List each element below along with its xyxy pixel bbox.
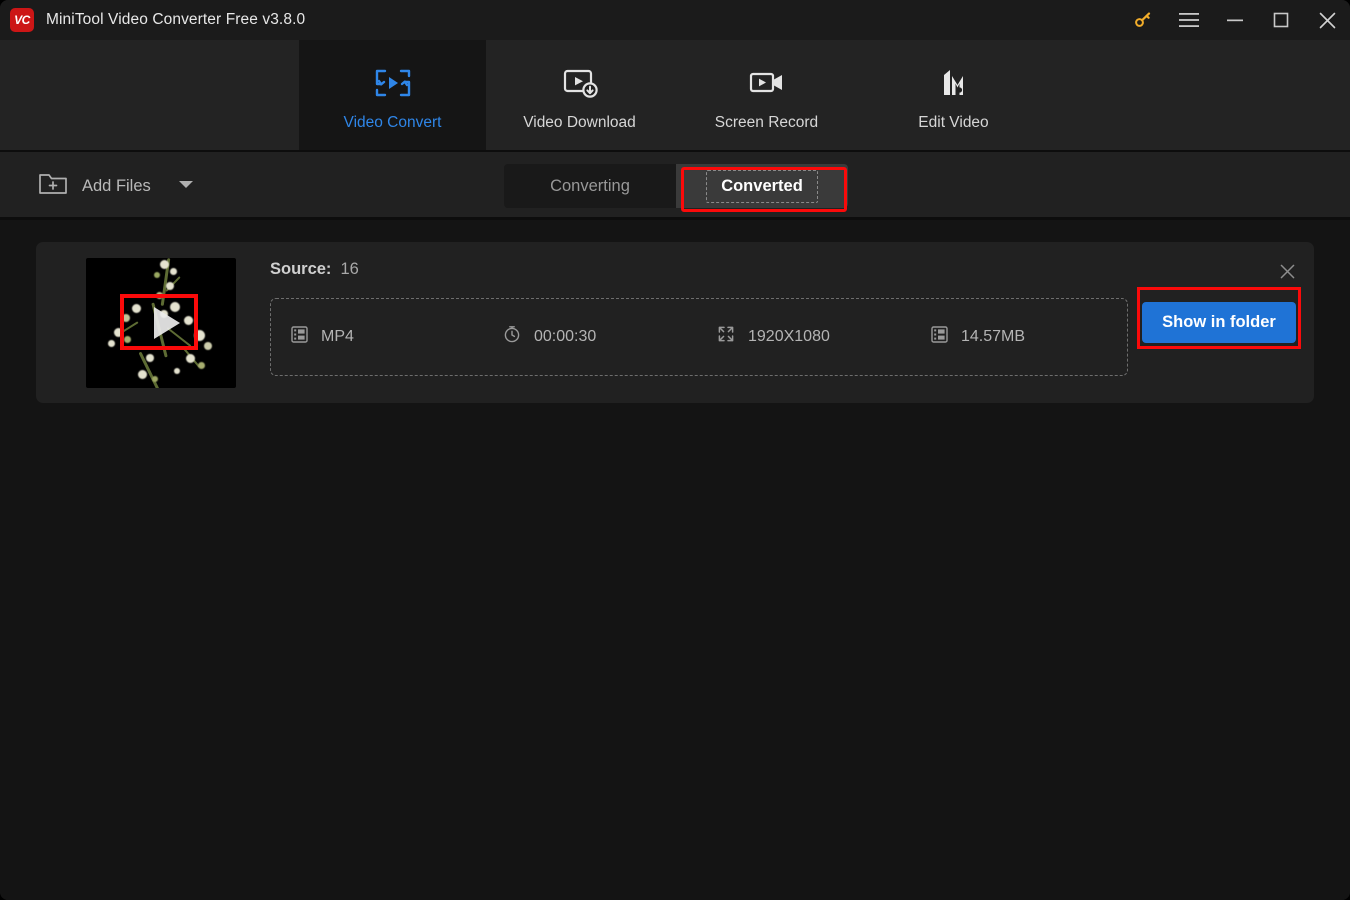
caret-down-icon[interactable]	[177, 177, 195, 195]
converting-converted-tabs: Converting Converted	[504, 164, 848, 208]
hamburger-menu-icon[interactable]	[1166, 0, 1212, 40]
clock-icon	[503, 325, 521, 348]
tab-converted[interactable]: Converted	[676, 164, 848, 208]
nav-tab-screen-record[interactable]: Screen Record	[673, 40, 860, 152]
play-icon[interactable]	[154, 306, 180, 339]
meta-filesize: 14.57MB	[913, 325, 1127, 348]
video-thumbnail[interactable]	[86, 257, 236, 388]
nav-tab-edit-video[interactable]: Edit Video	[860, 40, 1047, 152]
show-in-folder-button[interactable]: Show in folder	[1142, 302, 1296, 343]
tab-converting[interactable]: Converting	[504, 164, 676, 208]
meta-filesize-value: 14.57MB	[961, 327, 1026, 345]
source-label: Source:	[270, 259, 332, 278]
add-files-button[interactable]: Add Files	[38, 171, 195, 202]
video-convert-icon	[373, 64, 413, 102]
folder-plus-icon	[38, 171, 68, 202]
tab-converted-label: Converted	[706, 169, 818, 203]
filesize-icon	[931, 325, 948, 348]
nav-tab-label: Edit Video	[918, 114, 989, 131]
file-card-body: Source: 16 MP4 00:00:30 1920X1080 14.57M…	[270, 258, 1128, 388]
app-window: VC MiniTool Video Converter Free v3.8.0	[0, 0, 1350, 900]
screen-record-icon	[747, 64, 787, 102]
nav-tab-label: Screen Record	[714, 114, 819, 131]
meta-duration-value: 00:00:30	[534, 327, 597, 345]
content-area: Source: 16 MP4 00:00:30 1920X1080 14.57M…	[0, 220, 1350, 900]
file-metadata-panel: MP4 00:00:30 1920X1080 14.57MB	[270, 297, 1128, 376]
remove-file-close-icon[interactable]	[1274, 258, 1300, 284]
main-nav: Video Convert Video Download Screen Reco…	[0, 40, 1350, 152]
window-title: MiniTool Video Converter Free v3.8.0	[46, 11, 306, 28]
tab-converting-label: Converting	[550, 176, 630, 195]
meta-duration: 00:00:30	[485, 325, 699, 348]
meta-resolution: 1920X1080	[699, 325, 913, 348]
meta-resolution-value: 1920X1080	[748, 327, 830, 345]
maximize-icon[interactable]	[1258, 0, 1304, 40]
source-row: Source: 16	[270, 260, 1128, 290]
nav-tab-label: Video Download	[523, 114, 636, 131]
toolbar: Add Files Converting Converted	[0, 152, 1350, 220]
meta-format: MP4	[271, 325, 485, 348]
close-icon[interactable]	[1304, 0, 1350, 40]
title-bar-actions	[1120, 0, 1350, 40]
minimize-icon[interactable]	[1212, 0, 1258, 40]
key-icon[interactable]	[1120, 0, 1166, 40]
nav-tab-video-convert[interactable]: Video Convert	[299, 40, 486, 152]
nav-tab-label: Video Convert	[343, 114, 442, 131]
app-logo-icon: VC	[10, 8, 34, 32]
title-bar: VC MiniTool Video Converter Free v3.8.0	[0, 0, 1350, 40]
video-download-icon	[560, 64, 600, 102]
converted-file-card: Source: 16 MP4 00:00:30 1920X1080 14.57M…	[36, 242, 1314, 403]
meta-format-value: MP4	[321, 327, 354, 345]
edit-video-icon	[934, 64, 974, 102]
resolution-icon	[717, 325, 735, 348]
add-files-label: Add Files	[82, 176, 151, 195]
format-icon	[291, 325, 308, 348]
nav-tab-video-download[interactable]: Video Download	[486, 40, 673, 152]
source-value: 16	[340, 259, 359, 278]
